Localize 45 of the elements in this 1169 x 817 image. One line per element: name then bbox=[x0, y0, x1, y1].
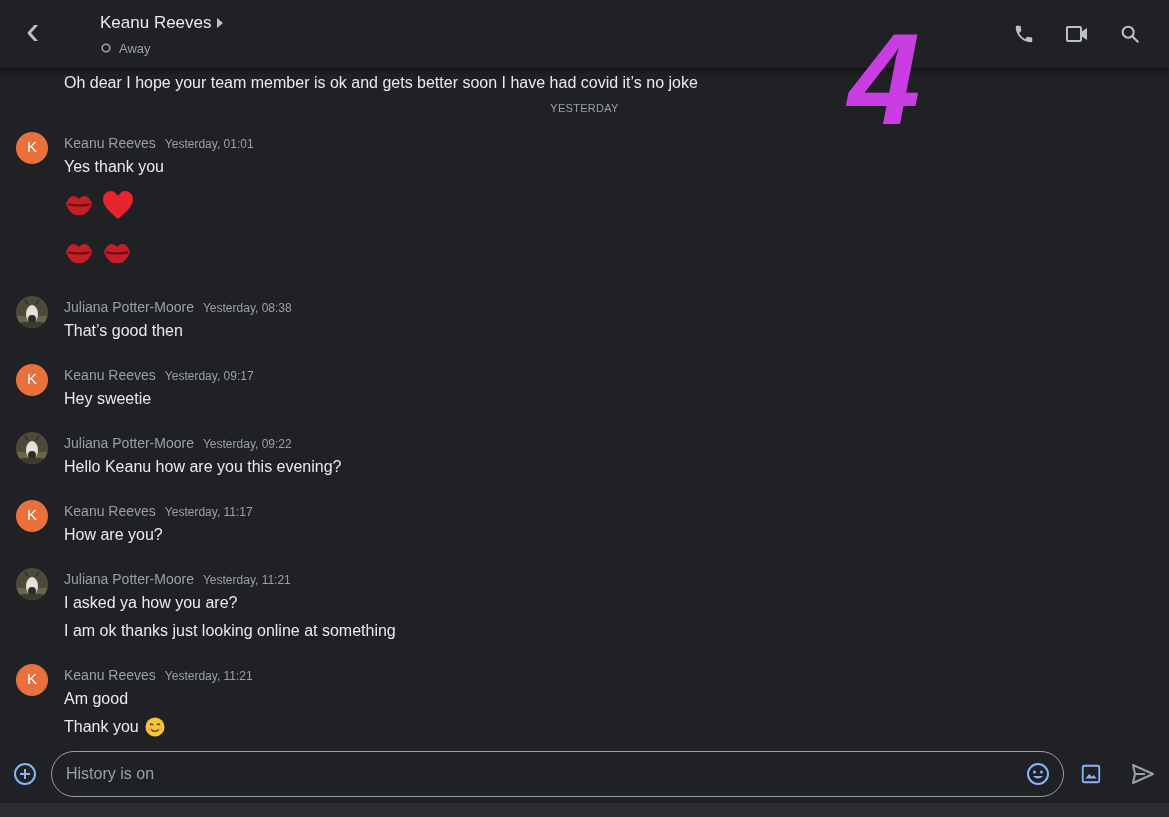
sender-name: Keanu Reeves bbox=[64, 501, 156, 521]
message-text: How are you? bbox=[64, 524, 163, 545]
status-ring-icon bbox=[101, 43, 111, 54]
video-camera-icon[interactable] bbox=[1065, 23, 1089, 45]
send-icon[interactable] bbox=[1131, 763, 1155, 785]
message-text: I am ok thanks just looking online at something bbox=[64, 620, 396, 641]
avatar: K bbox=[16, 363, 48, 396]
message-text: I asked ya how you are? bbox=[64, 592, 238, 613]
message-text: Oh dear I hope your team member is ok and gets better soon I have had covid it’s no joke bbox=[64, 73, 698, 93]
message-input[interactable]: History is on bbox=[51, 751, 1064, 797]
status-text: Away bbox=[119, 39, 151, 58]
message-text: Thank you bbox=[64, 716, 139, 737]
sender-name: Juliana Potter-Moore bbox=[64, 297, 194, 317]
message-text: That’s good then bbox=[64, 320, 183, 341]
avatar: K bbox=[16, 499, 48, 532]
sender-name: Juliana Potter-Moore bbox=[64, 433, 194, 453]
caret-icon[interactable] bbox=[215, 17, 224, 28]
sender-name: Juliana Potter-Moore bbox=[64, 569, 194, 589]
sender-name: Keanu Reeves bbox=[64, 365, 156, 385]
timestamp: Yesterday, 08:38 bbox=[202, 299, 292, 317]
sender-name: Keanu Reeves bbox=[64, 133, 156, 153]
back-button[interactable]: ‹ bbox=[26, 10, 50, 50]
add-icon[interactable] bbox=[13, 762, 37, 786]
timestamp: Yesterday, 09:17 bbox=[164, 367, 254, 385]
smiling-face-icon bbox=[144, 716, 165, 737]
timestamp: Yesterday, 11:21 bbox=[164, 667, 253, 685]
search-icon[interactable] bbox=[1119, 23, 1141, 45]
message-text: Hey sweetie bbox=[64, 388, 152, 409]
chat-title[interactable]: Keanu Reeves bbox=[100, 10, 212, 36]
handwritten-annotation: 4 bbox=[848, 14, 921, 144]
avatar: K bbox=[16, 131, 48, 164]
timestamp: Yesterday, 11:17 bbox=[164, 503, 253, 521]
image-icon[interactable] bbox=[1080, 763, 1102, 785]
timestamp: Yesterday, 01:01 bbox=[164, 135, 254, 153]
message-text: Hello Keanu how are you this evening? bbox=[64, 456, 342, 477]
avatar: K bbox=[16, 663, 48, 696]
timestamp: Yesterday, 11:21 bbox=[202, 571, 291, 589]
heart-icon bbox=[102, 189, 134, 220]
message-text: Yes thank you bbox=[64, 156, 164, 177]
phone-icon[interactable] bbox=[1013, 23, 1035, 45]
emoji-icon[interactable] bbox=[1026, 762, 1050, 786]
date-divider: YESTERDAY bbox=[550, 101, 619, 116]
message-text: Am good bbox=[64, 688, 129, 709]
timestamp: Yesterday, 09:22 bbox=[202, 435, 292, 453]
sender-name: Keanu Reeves bbox=[64, 665, 156, 685]
